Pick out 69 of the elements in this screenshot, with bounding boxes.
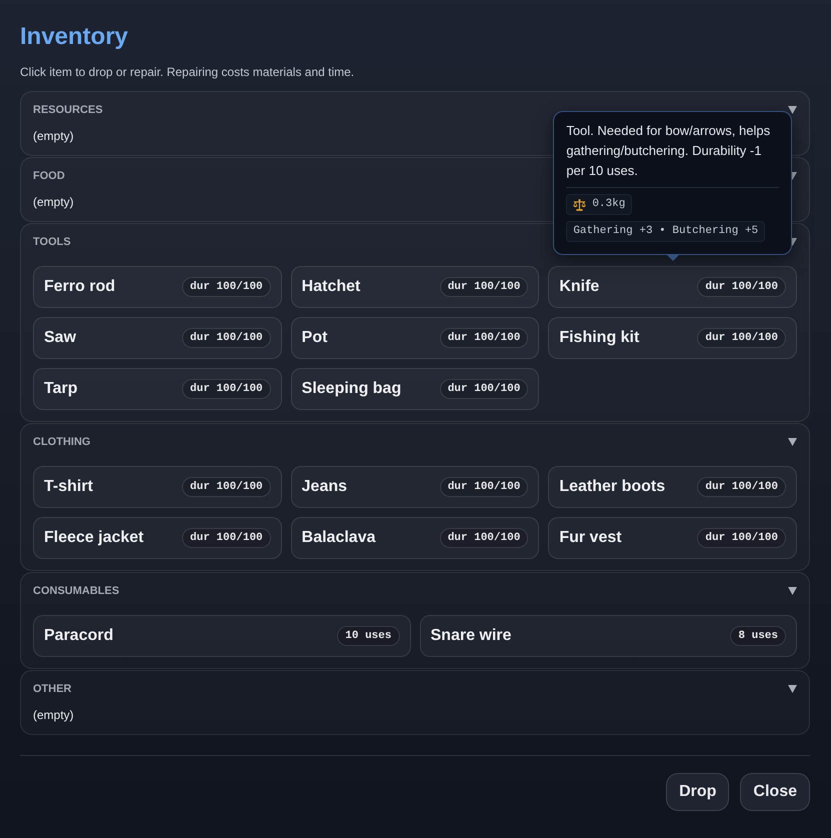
item-card[interactable]: Fishing kit dur 100/100 [548,317,797,359]
caret-icon[interactable] [788,106,797,114]
item-name: Sleeping bag [302,380,402,398]
item-name: T-shirt [44,478,93,496]
item-name: Ferro rod [44,278,116,296]
durability-badge: dur 100/100 [440,528,528,548]
item-card[interactable]: Leather boots dur 100/100 [548,466,797,508]
inventory-title: Inventory [20,22,128,52]
durability-badge: dur 100/100 [697,277,786,297]
item-name: Snare wire [430,627,512,645]
durability-badge: dur 100/100 [182,328,271,348]
uses-badge: 8 uses [730,626,786,646]
effects-tag: Gathering +3 • Butchering +5 [566,221,766,242]
category-title: RESOURCES [33,103,103,118]
durability-badge: dur 100/100 [440,379,528,399]
item-card[interactable]: Jeans dur 100/100 [290,466,540,508]
durability-badge: dur 100/100 [182,277,271,297]
item-card[interactable]: Hatchet dur 100/100 [290,266,540,308]
item-name: Fleece jacket [44,529,144,547]
category-title: FOOD [33,169,65,184]
item-name: Balaclava [302,529,376,547]
item-card[interactable]: T-shirt dur 100/100 [33,466,282,508]
item-name: Fishing kit [559,329,640,347]
item-name: Paracord [44,627,114,645]
item-name: Pot [302,329,328,347]
item-card[interactable]: Knife dur 100/100 [548,266,797,308]
durability-badge: dur 100/100 [440,328,528,348]
durability-badge: dur 100/100 [440,477,528,497]
empty-text: (empty) [33,707,74,723]
weight-text: 0.3kg [592,197,626,212]
durability-badge: dur 100/100 [182,477,271,497]
item-card[interactable]: Balaclava dur 100/100 [290,517,540,559]
footer-button[interactable]: Close [740,773,810,811]
durability-badge: dur 100/100 [182,528,271,548]
item-card[interactable]: Paracord 10 uses [33,615,410,657]
category-title: CONSUMABLES [33,584,120,599]
item-card[interactable]: Ferro rod dur 100/100 [33,266,282,308]
durability-badge: dur 100/100 [182,379,271,399]
item-name: Leather boots [559,478,666,496]
category-title: OTHER [33,682,72,697]
item-card[interactable]: Saw dur 100/100 [33,317,282,359]
caret-icon[interactable] [788,685,797,693]
item-card[interactable]: Fleece jacket dur 100/100 [33,517,282,559]
item-card[interactable]: Pot dur 100/100 [290,317,540,359]
item-name: Tarp [44,380,78,398]
item-card[interactable]: Tarp dur 100/100 [33,368,282,410]
item-name: Knife [559,278,600,296]
scale-icon [573,198,586,210]
category-title: TOOLS [33,235,71,250]
item-name: Jeans [302,478,348,496]
item-card[interactable]: Snare wire 8 uses [420,615,797,657]
durability-badge: dur 100/100 [440,277,528,297]
item-name: Hatchet [302,278,360,296]
instructions-text: Click item to drop or repair. Repairing costs materials and time. [20,64,354,80]
caret-icon[interactable] [788,438,797,446]
durability-badge: dur 100/100 [697,528,786,548]
durability-badge: dur 100/100 [697,328,786,348]
empty-text: (empty) [33,194,74,210]
caret-icon[interactable] [788,587,797,595]
uses-badge: 10 uses [337,626,400,646]
empty-text: (empty) [33,128,74,144]
category-title: CLOTHING [33,435,90,450]
tooltip-description: Tool. Needed for bow/arrows, helps gathering/butchering. Durability -1 per 10 uses. [566,122,772,180]
item-card[interactable]: Sleeping bag dur 100/100 [290,368,540,410]
item-card[interactable]: Fur vest dur 100/100 [548,517,797,559]
durability-badge: dur 100/100 [697,477,786,497]
item-name: Saw [44,329,76,347]
footer-button[interactable]: Drop [666,773,730,811]
item-name: Fur vest [559,529,622,547]
